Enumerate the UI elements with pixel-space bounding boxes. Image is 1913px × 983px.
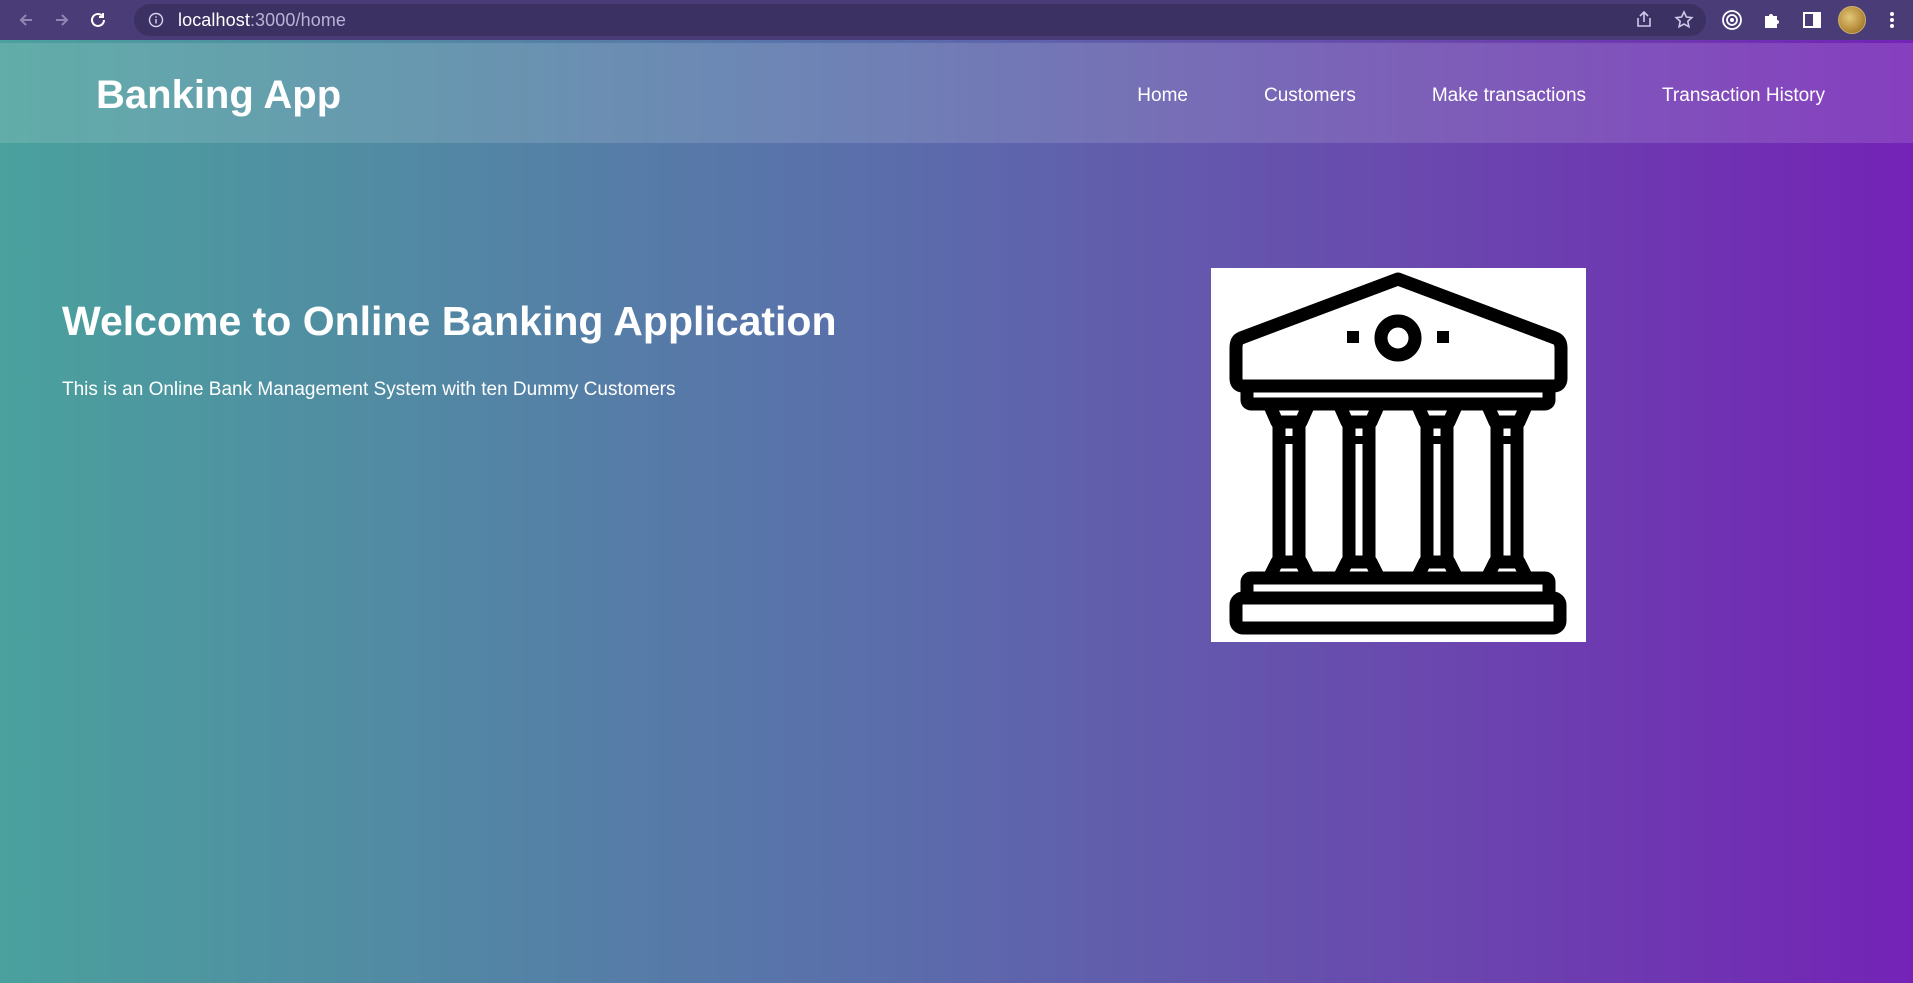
info-icon[interactable] [148,12,164,28]
nav-link-transaction-history[interactable]: Transaction History [1662,85,1825,107]
forward-button[interactable] [44,2,80,38]
url-text[interactable]: localhost:3000/home [178,10,346,31]
nav-link-home[interactable]: Home [1137,85,1188,107]
url-path: :3000/home [249,9,347,30]
brand-title[interactable]: Banking App [96,73,341,118]
url-host: localhost [178,9,250,30]
forward-arrow-icon [56,14,69,26]
reload-button[interactable] [80,2,116,38]
nav-link-customers[interactable]: Customers [1264,85,1356,107]
kebab-menu-icon[interactable] [1878,4,1906,36]
star-icon[interactable] [1672,8,1696,32]
hero-subtitle: This is an Online Bank Management System… [62,379,676,400]
profile-avatar[interactable] [1838,4,1866,36]
nav-link-make-transactions[interactable]: Make transactions [1432,85,1586,107]
share-icon[interactable] [1632,8,1656,32]
address-bar[interactable]: localhost:3000/home [134,4,1706,36]
puzzle-icon[interactable] [1758,4,1786,36]
reload-icon [91,12,105,27]
back-arrow-icon [19,14,32,26]
sidebar-icon[interactable] [1798,4,1826,36]
page-body: Banking App Home Customers Make transact… [0,40,1913,983]
bank-building-icon [1229,272,1568,635]
target-icon[interactable] [1718,4,1746,36]
browser-toolbar: localhost:3000/home [0,0,1913,40]
avatar [1838,6,1866,34]
bank-building-image [1211,268,1586,642]
hero-title: Welcome to Online Banking Application [62,298,837,344]
back-button[interactable] [8,2,44,38]
app-navbar: Banking App Home Customers Make transact… [0,43,1913,143]
nav-links: Home Customers Make transactions Transac… [1061,85,1825,107]
